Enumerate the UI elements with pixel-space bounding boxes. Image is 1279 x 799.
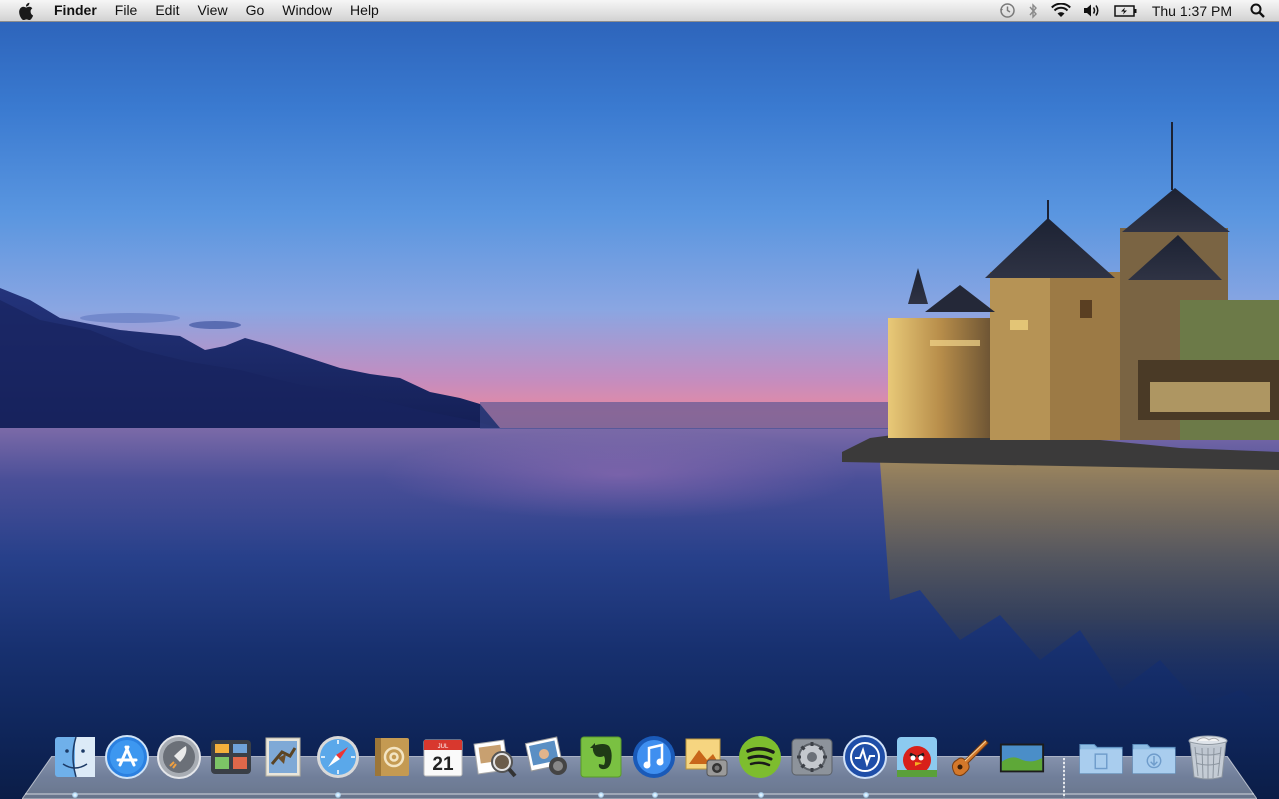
contacts-icon[interactable] <box>367 733 415 781</box>
finder-running-indicator <box>72 792 78 798</box>
system-preferences-icon[interactable] <box>788 733 836 781</box>
desktop-wallpaper <box>0 0 1279 799</box>
mission-control-icon[interactable] <box>207 733 255 781</box>
itunes-icon[interactable] <box>630 733 678 781</box>
dock: JUL 21 <box>0 730 1279 799</box>
menu-file[interactable]: File <box>106 0 147 21</box>
launchpad-icon[interactable] <box>155 733 203 781</box>
calendar-day: 21 <box>432 754 454 775</box>
safari-running-indicator <box>335 792 341 798</box>
calendar-month: JUL <box>438 744 449 750</box>
menu-view[interactable]: View <box>188 0 236 21</box>
finder-icon[interactable] <box>51 733 99 781</box>
menu-go[interactable]: Go <box>237 0 274 21</box>
iphoto-icon[interactable] <box>523 733 571 781</box>
trash-icon[interactable] <box>1184 733 1232 781</box>
menu-app-finder[interactable]: Finder <box>43 0 106 21</box>
menu-help[interactable]: Help <box>341 0 388 21</box>
downloads-folder-icon[interactable] <box>1130 733 1178 781</box>
spotify-running-indicator <box>758 792 764 798</box>
evernote-icon[interactable] <box>577 733 625 781</box>
menu-edit[interactable]: Edit <box>146 0 188 21</box>
spotify-icon[interactable] <box>736 733 784 781</box>
volume-icon[interactable] <box>1083 0 1102 21</box>
preview-icon[interactable] <box>471 733 519 781</box>
battery-icon[interactable] <box>1114 0 1138 21</box>
mail-icon[interactable] <box>259 733 307 781</box>
documents-folder-icon[interactable] <box>1077 733 1125 781</box>
spotlight-icon[interactable] <box>1250 0 1265 21</box>
wallpaper-scenery <box>0 122 1279 720</box>
istat-running-indicator <box>863 792 869 798</box>
safari-icon[interactable] <box>314 733 362 781</box>
app-store-icon[interactable] <box>103 733 151 781</box>
calendar-icon[interactable]: JUL 21 <box>419 733 467 781</box>
menu-bar: Finder File Edit View Go Window Help Thu… <box>0 0 1279 22</box>
desktop-icon[interactable] <box>998 733 1046 781</box>
apple-menu-icon[interactable] <box>17 1 37 21</box>
angry-birds-icon[interactable] <box>893 733 941 781</box>
itunes-running-indicator <box>652 792 658 798</box>
photo-booth-icon[interactable] <box>682 733 730 781</box>
time-machine-icon[interactable] <box>999 0 1016 21</box>
bluetooth-icon[interactable] <box>1028 0 1039 21</box>
istat-icon[interactable] <box>841 733 889 781</box>
menu-window[interactable]: Window <box>273 0 341 21</box>
wifi-icon[interactable] <box>1050 0 1071 21</box>
menu-clock[interactable]: Thu 1:37 PM <box>1152 3 1232 19</box>
garageband-icon[interactable] <box>946 733 994 781</box>
evernote-running-indicator <box>598 792 604 798</box>
